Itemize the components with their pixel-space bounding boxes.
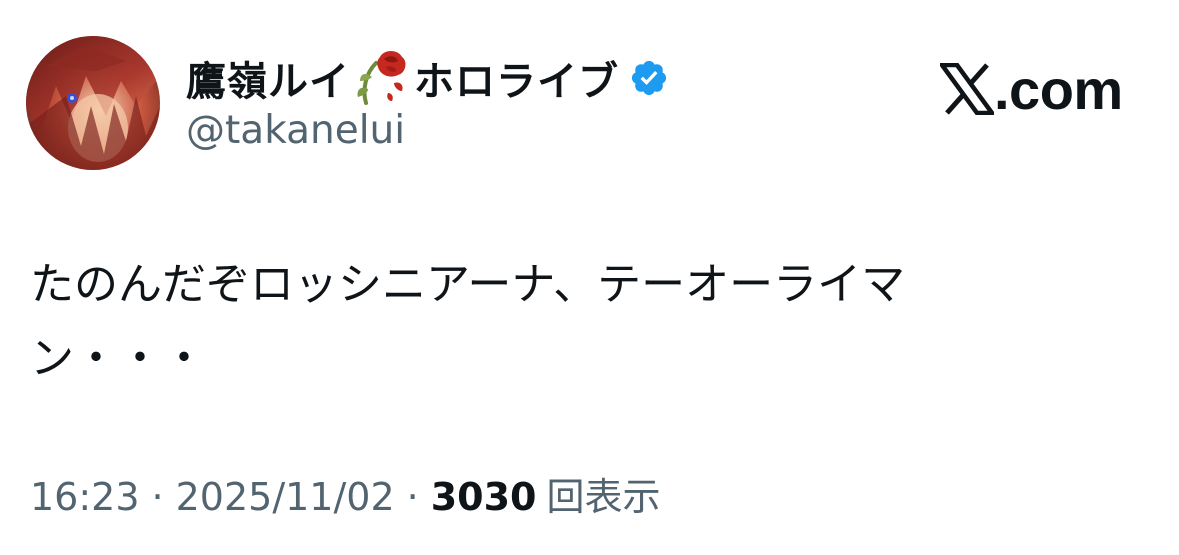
views-count[interactable]: 3030 [431, 475, 537, 519]
verified-badge-icon[interactable] [629, 58, 669, 98]
avatar-image [26, 36, 160, 170]
meta-separator: · [151, 475, 164, 519]
tweet-text-line: たのんだぞロッシニアーナ、テーオーライマ [30, 259, 906, 310]
tweet-meta: 16:23 · 2025/11/02 · 3030 回表示 [30, 466, 661, 521]
tweet-time[interactable]: 16:23 [30, 475, 140, 519]
author-handle[interactable]: @takanelui [186, 108, 405, 153]
author-display-name-suffix[interactable]: ホロライブ [414, 49, 619, 107]
tweet-text: たのんだぞロッシニアーナ、テーオーライマ ン・・・ [30, 248, 1030, 396]
tweet-date[interactable]: 2025/11/02 [176, 475, 395, 519]
wilted-rose-icon [354, 49, 414, 107]
views-label: 回表示 [546, 475, 661, 519]
author-name-row[interactable]: 鷹嶺ルイ ホロライブ [186, 48, 669, 108]
brand-domain-text: .com [994, 57, 1123, 121]
x-logo-icon [937, 62, 997, 116]
meta-separator: · [406, 475, 419, 519]
tweet-text-line: ン・・・ [30, 333, 206, 384]
author-display-name[interactable]: 鷹嶺ルイ [186, 49, 350, 107]
brand-watermark: .com [937, 57, 1123, 121]
avatar[interactable] [26, 36, 160, 170]
